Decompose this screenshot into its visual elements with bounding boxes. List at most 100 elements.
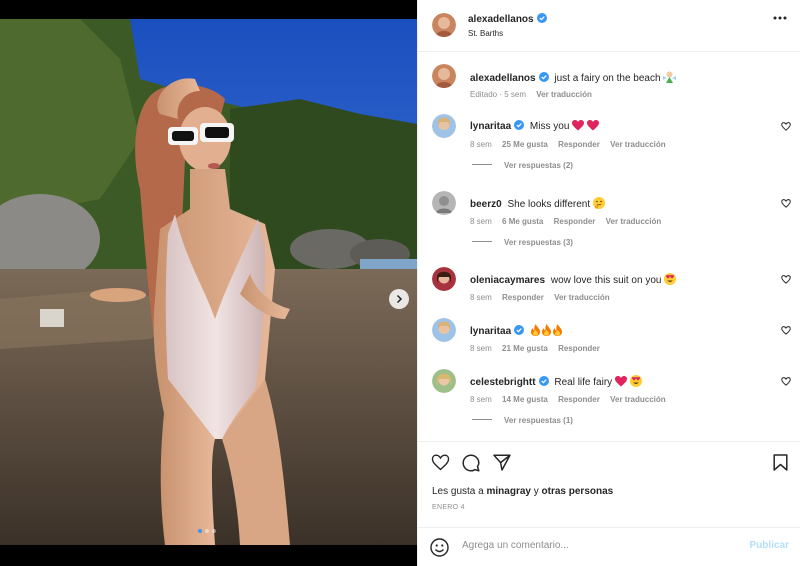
post-header: alexadellanos St. Barths xyxy=(418,0,800,52)
post-date[interactable]: ENERO 4 xyxy=(432,504,465,511)
red-heart-icon xyxy=(572,120,585,131)
caption-meta: Editado · 5 sem Ver traducción xyxy=(470,90,600,99)
avatar[interactable] xyxy=(432,64,456,88)
fire-icon xyxy=(541,324,551,336)
post-comment-button[interactable]: Publicar xyxy=(750,540,789,551)
view-replies-label: Ver respuestas (3) xyxy=(504,238,573,247)
translate-link[interactable]: Ver traducción xyxy=(606,217,662,226)
post-actions: Les gusta a minagray y otras personas EN… xyxy=(418,441,800,525)
red-heart-icon xyxy=(614,376,627,387)
heart-outline-icon[interactable] xyxy=(781,199,791,208)
carousel-indicator xyxy=(198,529,216,533)
view-replies-label: Ver respuestas (1) xyxy=(504,416,573,425)
comment-text: She looks different xyxy=(507,199,591,210)
comment-meta: 8 sem 14 Me gusta Responder Ver traducci… xyxy=(470,395,674,404)
heart-outline-icon[interactable] xyxy=(781,377,791,386)
verified-badge-icon xyxy=(538,376,549,386)
comment-username[interactable]: celestebrightt xyxy=(470,377,536,388)
verified-badge-icon xyxy=(538,72,549,82)
next-slide-button[interactable] xyxy=(389,289,409,309)
avatar[interactable] xyxy=(432,191,456,215)
caption-username[interactable]: alexadellanos xyxy=(470,73,536,84)
comment-line: celestebrightt Real life fairy xyxy=(470,375,642,388)
caption-line: alexadellanos just a fairy on the beach xyxy=(470,70,677,84)
comment-text: wow love this suit on you xyxy=(550,275,662,286)
avatar[interactable] xyxy=(432,267,456,291)
post-photo[interactable] xyxy=(0,19,417,545)
comment-line: lynaritaa Miss you xyxy=(470,120,599,132)
comment-username[interactable]: lynaritaa xyxy=(470,326,511,337)
thinking-face-icon xyxy=(592,197,605,209)
verified-badge-icon xyxy=(514,120,525,130)
view-replies-link[interactable]: Ver respuestas (3) xyxy=(472,238,573,247)
comment-likes[interactable]: 6 Me gusta xyxy=(502,217,543,226)
comment-line: lynaritaa xyxy=(470,324,563,337)
comment-meta: 8 sem 21 Me gusta Responder xyxy=(470,344,608,353)
post-side-panel: alexadellanos St. Barths alexadellanos j… xyxy=(417,0,800,566)
replies-divider xyxy=(472,164,492,165)
carousel-dot xyxy=(212,529,216,533)
post-author-username[interactable]: alexadellanos xyxy=(468,13,547,25)
comment-time[interactable]: 8 sem xyxy=(470,395,492,404)
comment-meta: 8 sem Responder Ver traducción xyxy=(470,293,618,302)
comment-username[interactable]: oleniacaymares xyxy=(470,275,545,286)
comment-text: Miss you xyxy=(529,121,570,132)
comment-time[interactable]: 8 sem xyxy=(470,293,492,302)
smiley-icon[interactable] xyxy=(430,538,449,557)
comment-meta: 8 sem 6 Me gusta Responder Ver traducció… xyxy=(470,217,669,226)
more-options-icon[interactable] xyxy=(773,16,787,20)
comment-line: oleniacaymares wow love this suit on you xyxy=(470,273,677,286)
comment-meta: 8 sem 25 Me gusta Responder Ver traducci… xyxy=(470,140,674,149)
heart-eyes-face-icon xyxy=(664,273,677,285)
avatar[interactable] xyxy=(432,13,456,37)
view-replies-link[interactable]: Ver respuestas (1) xyxy=(472,416,573,425)
comment-line: beerz0 She looks different xyxy=(470,197,605,210)
comment-time[interactable]: 8 sem xyxy=(470,217,492,226)
replies-divider xyxy=(472,419,492,420)
carousel-dot xyxy=(205,529,209,533)
comment-bubble-icon[interactable] xyxy=(462,454,480,472)
comments-list[interactable]: alexadellanos just a fairy on the beach … xyxy=(418,52,800,442)
bookmark-icon[interactable] xyxy=(773,454,788,471)
likes-prefix: Les gusta a xyxy=(432,486,484,497)
verified-badge-icon xyxy=(536,13,547,23)
avatar[interactable] xyxy=(432,114,456,138)
comment-time[interactable]: 8 sem xyxy=(470,344,492,353)
reply-button[interactable]: Responder xyxy=(502,293,544,302)
heart-outline-icon[interactable] xyxy=(781,275,791,284)
comment-time[interactable]: 8 sem xyxy=(470,140,492,149)
heart-outline-icon[interactable] xyxy=(781,122,791,131)
comment-input[interactable] xyxy=(462,540,742,551)
carousel-dot xyxy=(198,529,202,533)
caption-text: just a fairy on the beach xyxy=(554,73,661,84)
comment-likes[interactable]: 25 Me gusta xyxy=(502,140,548,149)
reply-button[interactable]: Responder xyxy=(554,217,596,226)
fire-icon xyxy=(552,324,562,336)
translate-link[interactable]: Ver traducción xyxy=(536,90,592,99)
view-replies-link[interactable]: Ver respuestas (2) xyxy=(472,161,573,170)
caption-edited: Editado · 5 sem xyxy=(470,90,527,99)
comment-likes[interactable]: 21 Me gusta xyxy=(502,344,548,353)
post-location[interactable]: St. Barths xyxy=(468,29,503,38)
likes-user[interactable]: minagray xyxy=(487,486,531,497)
reply-button[interactable]: Responder xyxy=(558,344,600,353)
comment-likes[interactable]: 14 Me gusta xyxy=(502,395,548,404)
comment-username[interactable]: lynaritaa xyxy=(470,121,511,132)
fire-icon xyxy=(530,324,540,336)
comment-username[interactable]: beerz0 xyxy=(470,199,502,210)
likes-others[interactable]: otras personas xyxy=(542,486,614,497)
translate-link[interactable]: Ver traducción xyxy=(610,395,666,404)
likes-summary[interactable]: Les gusta a minagray y otras personas xyxy=(432,486,613,497)
avatar[interactable] xyxy=(432,369,456,393)
translate-link[interactable]: Ver traducción xyxy=(554,293,610,302)
reply-button[interactable]: Responder xyxy=(558,395,600,404)
heart-outline-icon[interactable] xyxy=(431,454,450,471)
translate-link[interactable]: Ver traducción xyxy=(610,140,666,149)
heart-outline-icon[interactable] xyxy=(781,326,791,335)
avatar[interactable] xyxy=(432,318,456,342)
reply-button[interactable]: Responder xyxy=(558,140,600,149)
comment-text: Real life fairy xyxy=(554,377,613,388)
post-modal: alexadellanos St. Barths alexadellanos j… xyxy=(0,0,800,566)
verified-badge-icon xyxy=(514,325,525,335)
paper-plane-icon[interactable] xyxy=(493,454,511,471)
